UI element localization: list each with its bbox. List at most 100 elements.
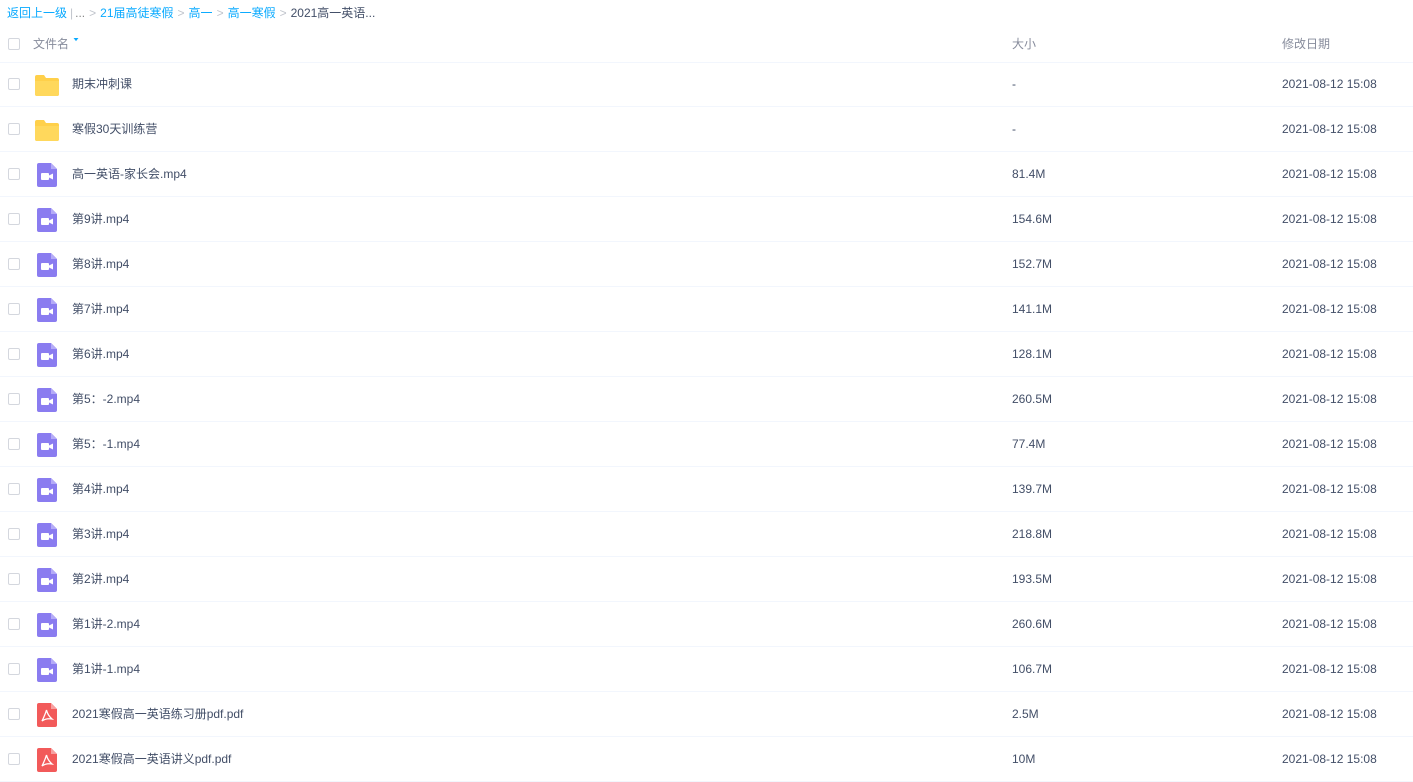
table-row[interactable]: 第7讲.mp4 141.1M 2021-08-12 15:08 [0,287,1413,332]
breadcrumb-current: 2021高一英语... [290,6,376,20]
file-size: 139.7M [1012,482,1053,496]
file-name[interactable]: 第5：-2.mp4 [72,377,140,422]
file-modified-date: 2021-08-12 15:08 [1282,617,1377,631]
row-checkbox[interactable] [8,618,20,630]
row-checkbox[interactable] [8,78,20,90]
breadcrumb-item[interactable]: 高一寒假 [228,6,276,20]
file-size: 106.7M [1012,662,1053,676]
select-all-checkbox[interactable] [8,38,20,50]
table-row[interactable]: 第1讲-1.mp4 106.7M 2021-08-12 15:08 [0,647,1413,692]
video-file-icon [34,477,60,503]
file-modified-date: 2021-08-12 15:08 [1282,437,1377,451]
chevron-right-icon: > [216,6,224,20]
file-modified-date: 2021-08-12 15:08 [1282,347,1377,361]
file-name[interactable]: 2021寒假高一英语练习册pdf.pdf [72,692,243,737]
file-name[interactable]: 第8讲.mp4 [72,242,129,287]
row-checkbox[interactable] [8,303,20,315]
table-row[interactable]: 第9讲.mp4 154.6M 2021-08-12 15:08 [0,197,1413,242]
column-header-name[interactable]: 文件名 🢓 [33,26,79,62]
row-checkbox[interactable] [8,483,20,495]
row-checkbox[interactable] [8,573,20,585]
row-checkbox[interactable] [8,168,20,180]
file-modified-date: 2021-08-12 15:08 [1282,662,1377,676]
table-row[interactable]: 2021寒假高一英语讲义pdf.pdf 10M 2021-08-12 15:08 [0,737,1413,782]
row-checkbox[interactable] [8,663,20,675]
chevron-right-icon: > [177,6,185,20]
file-modified-date: 2021-08-12 15:08 [1282,392,1377,406]
breadcrumb-item[interactable]: 高一 [189,6,213,20]
file-size: 77.4M [1012,437,1046,451]
table-row[interactable]: 第1讲-2.mp4 260.6M 2021-08-12 15:08 [0,602,1413,647]
table-row[interactable]: 第5：-1.mp4 77.4M 2021-08-12 15:08 [0,422,1413,467]
table-row[interactable]: 第5：-2.mp4 260.5M 2021-08-12 15:08 [0,377,1413,422]
column-header-size[interactable]: 大小 [1012,26,1036,62]
table-row[interactable]: 第2讲.mp4 193.5M 2021-08-12 15:08 [0,557,1413,602]
table-row[interactable]: 第3讲.mp4 218.8M 2021-08-12 15:08 [0,512,1413,557]
chevron-right-icon: > [279,6,287,20]
video-file-icon [34,207,60,233]
file-modified-date: 2021-08-12 15:08 [1282,707,1377,721]
file-size: 154.6M [1012,212,1053,226]
file-name[interactable]: 第9讲.mp4 [72,197,129,242]
file-modified-date: 2021-08-12 15:08 [1282,527,1377,541]
row-checkbox[interactable] [8,708,20,720]
file-name[interactable]: 第7讲.mp4 [72,287,129,332]
file-modified-date: 2021-08-12 15:08 [1282,122,1377,136]
file-size: 128.1M [1012,347,1053,361]
video-file-icon [34,432,60,458]
row-checkbox[interactable] [8,753,20,765]
pdf-file-icon [34,747,60,773]
file-name[interactable]: 第1讲-1.mp4 [72,647,140,692]
file-name[interactable]: 第3讲.mp4 [72,512,129,557]
table-row[interactable]: 寒假30天训练营 - 2021-08-12 15:08 [0,107,1413,152]
table-row[interactable]: 2021寒假高一英语练习册pdf.pdf 2.5M 2021-08-12 15:08 [0,692,1413,737]
row-checkbox[interactable] [8,528,20,540]
pdf-file-icon [34,702,60,728]
row-checkbox[interactable] [8,213,20,225]
file-name[interactable]: 第1讲-2.mp4 [72,602,140,647]
file-size: - [1012,122,1016,136]
row-checkbox[interactable] [8,123,20,135]
file-name[interactable]: 高一英语-家长会.mp4 [72,152,187,197]
breadcrumb-divider: | [70,6,74,20]
table-row[interactable]: 第6讲.mp4 128.1M 2021-08-12 15:08 [0,332,1413,377]
row-checkbox[interactable] [8,258,20,270]
file-name[interactable]: 第2讲.mp4 [72,557,129,602]
file-modified-date: 2021-08-12 15:08 [1282,302,1377,316]
row-checkbox[interactable] [8,348,20,360]
file-name[interactable]: 第6讲.mp4 [72,332,129,377]
file-size: 260.6M [1012,617,1053,631]
file-modified-date: 2021-08-12 15:08 [1282,257,1377,271]
file-modified-date: 2021-08-12 15:08 [1282,752,1377,766]
breadcrumb: 返回上一级 |... >21届高徒寒假 > 高一 > 高一寒假 >2021高一英语... [7,0,375,26]
file-name[interactable]: 第5：-1.mp4 [72,422,140,467]
chevron-right-icon: > [89,6,97,20]
file-name[interactable]: 第4讲.mp4 [72,467,129,512]
file-modified-date: 2021-08-12 15:08 [1282,77,1377,91]
row-checkbox[interactable] [8,438,20,450]
sort-down-arrow-icon[interactable]: 🢓 [73,27,79,63]
table-row[interactable]: 第8讲.mp4 152.7M 2021-08-12 15:08 [0,242,1413,287]
file-name[interactable]: 期末冲刺课 [72,62,132,107]
file-name[interactable]: 2021寒假高一英语讲义pdf.pdf [72,737,231,782]
column-header-date[interactable]: 修改日期 [1282,26,1330,62]
breadcrumb-ellipsis[interactable]: ... [75,6,85,20]
video-file-icon [34,387,60,413]
table-row[interactable]: 第4讲.mp4 139.7M 2021-08-12 15:08 [0,467,1413,512]
video-file-icon [34,522,60,548]
table-row[interactable]: 期末冲刺课 - 2021-08-12 15:08 [0,62,1413,107]
row-checkbox[interactable] [8,393,20,405]
file-list-header: 文件名 🢓 大小 修改日期 [0,26,1413,63]
back-link[interactable]: 返回上一级 [7,6,67,20]
video-file-icon [34,657,60,683]
video-file-icon [34,567,60,593]
breadcrumb-item[interactable]: 21届高徒寒假 [100,6,173,20]
table-row[interactable]: 高一英语-家长会.mp4 81.4M 2021-08-12 15:08 [0,152,1413,197]
file-modified-date: 2021-08-12 15:08 [1282,572,1377,586]
file-size: 193.5M [1012,572,1053,586]
file-modified-date: 2021-08-12 15:08 [1282,482,1377,496]
file-modified-date: 2021-08-12 15:08 [1282,212,1377,226]
video-file-icon [34,162,60,188]
folder-icon [34,117,60,143]
file-name[interactable]: 寒假30天训练营 [72,107,157,152]
